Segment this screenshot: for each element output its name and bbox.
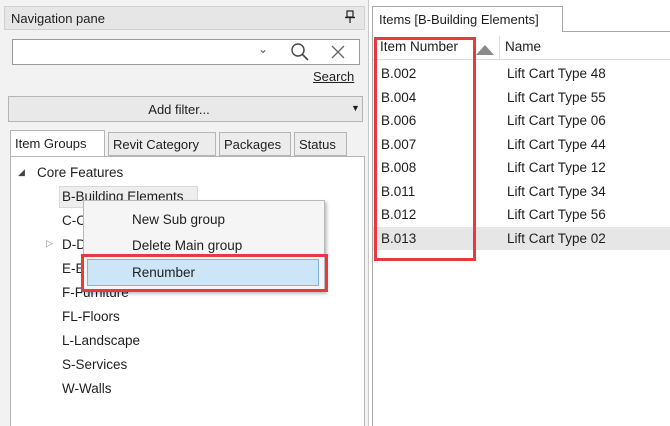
dropdown-arrow-icon: ▼ [351,103,360,113]
navigation-pane-header: Navigation pane [4,6,365,30]
tree-item-l-landscape[interactable]: L-Landscape [62,333,140,348]
collapse-arrow-icon[interactable]: ◢ [18,167,25,178]
expand-arrow-icon[interactable]: ▷ [46,238,53,249]
item-name-cell: Lift Cart Type 56 [507,207,606,222]
item-name-cell: Lift Cart Type 12 [507,160,606,175]
tab-items-b-building-elements[interactable]: Items [B-Building Elements] [372,6,563,32]
add-filter-label: Add filter... [148,102,210,117]
item-name-cell: Lift Cart Type 48 [507,66,606,81]
column-header-name[interactable]: Name [505,39,541,54]
items-tab-label: Items [B-Building Elements] [379,12,539,27]
search-icon[interactable] [289,42,311,62]
tab-revit-category[interactable]: Revit Category [108,132,216,156]
item-name-cell: Lift Cart Type 55 [507,89,606,105]
close-icon[interactable] [329,43,347,61]
tab-status[interactable]: Status [294,132,347,156]
item-name-cell: Lift Cart Type 02 [507,230,606,246]
item-name-cell: Lift Cart Type 44 [507,136,606,152]
item-name-cell: Lift Cart Type 34 [507,183,606,199]
chevron-down-icon[interactable]: ⌄ [258,42,268,56]
menu-item-new-sub-group[interactable]: New Sub group [132,212,225,227]
tab-packages[interactable]: Packages [219,132,291,156]
add-filter-dropdown[interactable]: Add filter... ▼ [8,96,363,122]
renumber-highlight-box [81,254,328,292]
tree-item-s-services[interactable]: S-Services [62,357,127,372]
search-link[interactable]: Search [313,69,354,84]
tree-root-core-features[interactable]: Core Features [37,165,123,180]
sort-ascending-icon[interactable] [476,43,494,55]
item-name-cell: Lift Cart Type 06 [507,113,606,128]
tree-item-fl-floors[interactable]: FL-Floors [62,309,120,324]
column-divider[interactable] [499,36,500,60]
pin-icon[interactable] [343,9,357,25]
navigation-pane-title: Navigation pane [11,11,105,26]
menu-item-delete-main-group[interactable]: Delete Main group [132,238,242,253]
tab-item-groups[interactable]: Item Groups [10,130,105,157]
tree-item-w-walls[interactable]: W-Walls [62,381,112,396]
item-number-highlight-box [374,37,476,261]
search-input[interactable]: ⌄ [12,39,360,65]
